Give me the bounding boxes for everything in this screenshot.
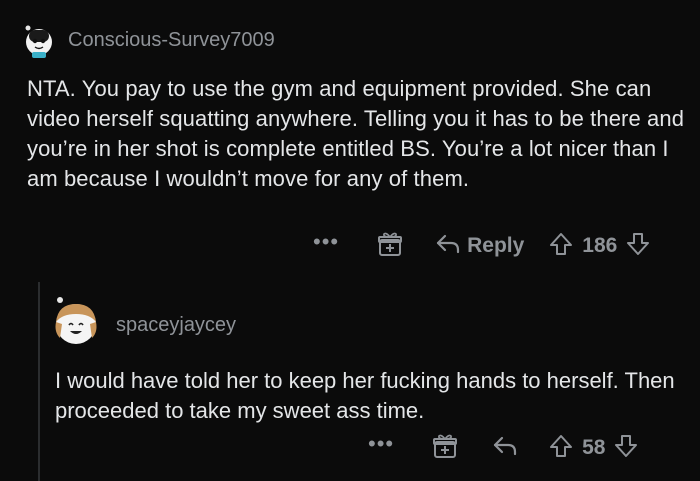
upvote-icon[interactable] [548, 231, 574, 262]
vote-score: 186 [582, 234, 618, 257]
comment-username[interactable]: spaceyjaycey [116, 314, 236, 337]
comment-body: NTA. You pay to use the gym and equipmen… [27, 76, 685, 191]
more-options-button[interactable]: ••• [313, 231, 339, 260]
reply-button[interactable]: Reply [435, 233, 524, 260]
downvote-icon[interactable] [625, 231, 651, 262]
upvote-icon[interactable] [548, 433, 574, 464]
comment-action-bar: ••• 58 [368, 432, 639, 464]
comment-thread: Conscious-Survey7009 NTA. You pay to use… [0, 0, 700, 481]
downvote-icon[interactable] [613, 433, 639, 464]
comment-action-bar: ••• Reply 186 [313, 230, 651, 262]
thread-line[interactable] [38, 282, 40, 481]
vote-score: 58 [582, 436, 606, 459]
award-icon[interactable] [377, 231, 403, 262]
award-icon[interactable] [432, 433, 458, 464]
user-avatar[interactable] [22, 20, 56, 58]
comment-username[interactable]: Conscious-Survey7009 [68, 29, 275, 52]
comment-body: I would have told her to keep her fuckin… [55, 368, 675, 423]
reply-arrow-icon [435, 233, 461, 260]
more-options-button[interactable]: ••• [368, 433, 394, 462]
user-avatar[interactable] [50, 292, 102, 350]
reply-arrow-icon[interactable] [492, 435, 518, 462]
reply-label: Reply [467, 234, 525, 257]
snoo-avatar-icon [25, 25, 52, 58]
snoo-avatar-icon [55, 297, 97, 344]
